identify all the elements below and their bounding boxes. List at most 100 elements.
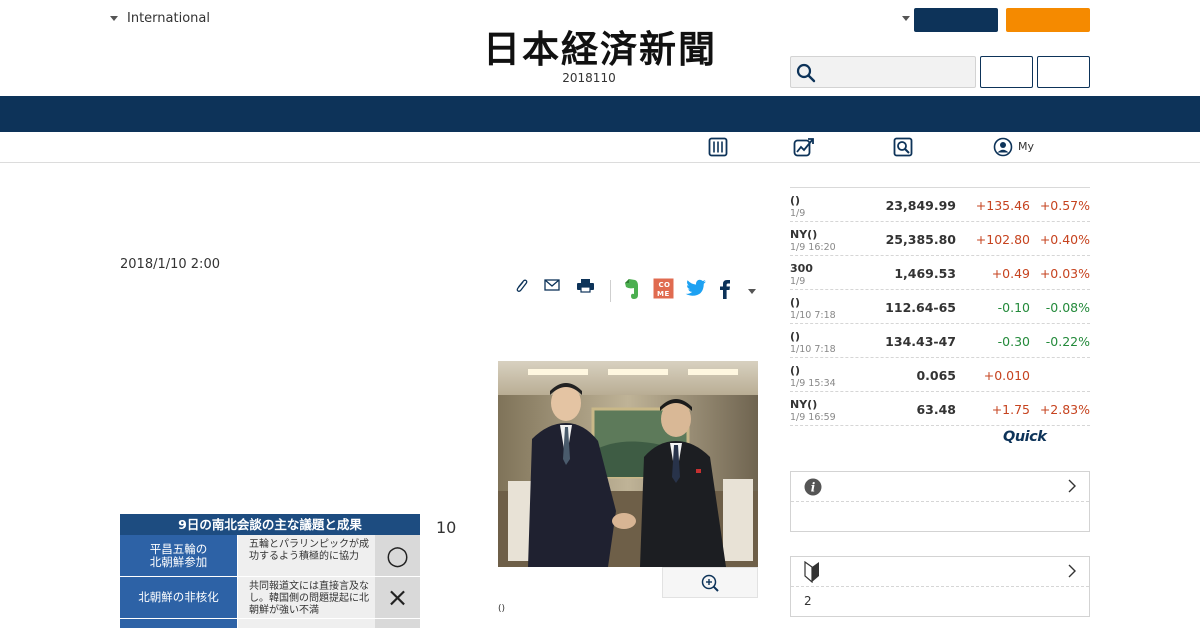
market-change: +102.80 (975, 232, 1030, 247)
market-row[interactable]: () 1/10 7:18 112.64-65 -0.10 -0.08% (790, 290, 1090, 324)
article-body-text: 10 (436, 518, 457, 537)
infographic-detail: 五輪とパラリンピックが成功するよう積極的に協力 (238, 535, 375, 576)
chevron-right-icon (1068, 479, 1076, 493)
search-icon (796, 63, 816, 83)
infographic-row: 北朝鮮の非核化 共同報道文には直接言及なし。韓国側の問題提起に北朝鮮が強い不満 … (120, 577, 420, 619)
market-row[interactable]: () 1/9 23,849.99 +135.46 +0.57% (790, 188, 1090, 222)
edition-selector[interactable]: International (110, 11, 210, 26)
market-time: 1/9 16:20 (790, 242, 836, 253)
market-value: 134.43-47 (885, 334, 956, 349)
svg-text:日本経済新聞: 日本経済新聞 (483, 27, 717, 70)
market-name: () (790, 194, 801, 207)
market-row[interactable]: NY() 1/9 16:20 25,385.80 +102.80 +0.40% (790, 222, 1090, 256)
evernote-icon[interactable] (622, 278, 640, 300)
market-change: +0.49 (991, 266, 1030, 281)
infographic-row: 平昌五輪の 北朝鮮参加 五輪とパラリンピックが成功するよう積極的に協力 ○ (120, 535, 420, 577)
market-percent: -0.08% (1045, 300, 1090, 315)
market-row[interactable]: () 1/10 7:18 134.43-47 -0.30 -0.22% (790, 324, 1090, 358)
market-time: 1/9 (790, 208, 806, 219)
market-percent: +2.83% (1039, 402, 1090, 417)
market-name: 300 (790, 262, 813, 275)
caret-down-icon[interactable] (748, 289, 756, 294)
market-name: NY() (790, 228, 818, 241)
market-value: 1,469.53 (894, 266, 956, 281)
chart-icon[interactable] (793, 137, 815, 157)
svg-text:M: M (657, 290, 664, 298)
infographic-row (120, 619, 420, 629)
market-name: () (790, 364, 801, 377)
enlarge-photo-button[interactable] (662, 567, 758, 598)
chevron-right-icon (1068, 564, 1076, 578)
market-row[interactable]: () 1/9 15:34 0.065 +0.010 (790, 358, 1090, 392)
user-icon[interactable] (993, 137, 1013, 157)
search-input[interactable] (790, 56, 976, 88)
market-percent: +0.40% (1039, 232, 1090, 247)
cross-mark: × (375, 577, 420, 618)
comment-icon[interactable]: C O M E (653, 278, 674, 299)
market-change: +1.75 (991, 402, 1030, 417)
infographic-detail: 共同報道文には直接言及なし。韓国側の問題提起に北朝鮮が強い不満 (238, 577, 375, 618)
search-button[interactable] (980, 56, 1033, 88)
article-photo[interactable] (498, 361, 758, 567)
topic-line: 平昌五輪の (149, 541, 208, 556)
market-percent: +0.57% (1039, 198, 1090, 213)
share-divider (610, 280, 611, 302)
market-name: NY() (790, 398, 818, 411)
topic-line: 北朝鮮参加 (149, 554, 208, 569)
info-box: i (790, 471, 1090, 532)
info-box-header[interactable]: i (791, 472, 1089, 502)
market-percent: +0.03% (1039, 266, 1090, 281)
market-data-table: () 1/9 23,849.99 +135.46 +0.57% NY() 1/9… (790, 187, 1090, 426)
svg-text:C: C (659, 281, 664, 289)
login-button[interactable] (914, 8, 998, 32)
search-icon[interactable] (893, 137, 913, 157)
market-change: +0.010 (983, 368, 1030, 383)
market-value: 23,849.99 (885, 198, 956, 213)
circle-mark: ○ (375, 535, 420, 576)
svg-text:E: E (665, 290, 670, 298)
issue-date: 2018110 (562, 71, 616, 85)
svg-text:O: O (664, 281, 670, 289)
market-time: 1/9 16:59 (790, 412, 836, 423)
masthead-logo[interactable]: 日本経済新聞 (450, 26, 750, 70)
market-change: -0.10 (997, 300, 1030, 315)
beginner-box-header[interactable] (791, 557, 1089, 587)
beginner-box-body: 2 (804, 594, 812, 608)
my-page-link[interactable]: My (1018, 140, 1034, 153)
advanced-search-button[interactable] (1037, 56, 1090, 88)
beginner-icon (804, 561, 819, 583)
info-icon: i (804, 478, 822, 496)
caret-down-icon (110, 16, 118, 21)
topic-line: 北朝鮮の非核化 (138, 590, 219, 604)
facebook-icon[interactable] (718, 278, 732, 300)
svg-text:i: i (811, 481, 816, 495)
twitter-icon[interactable] (685, 278, 707, 298)
print-icon[interactable] (576, 278, 595, 294)
market-change: +135.46 (975, 198, 1030, 213)
zoom-in-icon (701, 574, 719, 592)
site-header: International 日本経済新聞 2018110 (0, 0, 1200, 96)
market-value: 25,385.80 (885, 232, 956, 247)
market-time: 1/9 15:34 (790, 378, 836, 389)
edition-label: International (127, 11, 210, 26)
market-value: 0.065 (916, 368, 956, 383)
newspaper-icon[interactable] (708, 137, 728, 157)
caret-down-icon[interactable] (902, 16, 910, 21)
market-name: () (790, 330, 801, 343)
market-value: 112.64-65 (885, 300, 956, 315)
infographic-topic: 北朝鮮の非核化 (120, 577, 238, 618)
clip-icon[interactable] (514, 278, 528, 294)
market-time: 1/10 7:18 (790, 344, 836, 355)
quick-logo[interactable]: Quick (1003, 429, 1047, 445)
market-row[interactable]: NY() 1/9 16:59 63.48 +1.75 +2.83% (790, 392, 1090, 426)
market-row[interactable]: 300 1/9 1,469.53 +0.49 +0.03% (790, 256, 1090, 290)
market-time: 1/10 7:18 (790, 310, 836, 321)
main-navigation-bar[interactable] (0, 96, 1200, 132)
mail-icon[interactable] (544, 278, 560, 292)
market-value: 63.48 (916, 402, 956, 417)
subscribe-button[interactable] (1006, 8, 1090, 32)
talks-infographic: 9日の南北会談の主な議題と成果 平昌五輪の 北朝鮮参加 五輪とパラリンピックが成功… (120, 514, 420, 630)
infographic-title: 9日の南北会談の主な議題と成果 (120, 514, 420, 535)
beginner-box: 2 (790, 556, 1090, 617)
market-time: 1/9 (790, 276, 806, 287)
